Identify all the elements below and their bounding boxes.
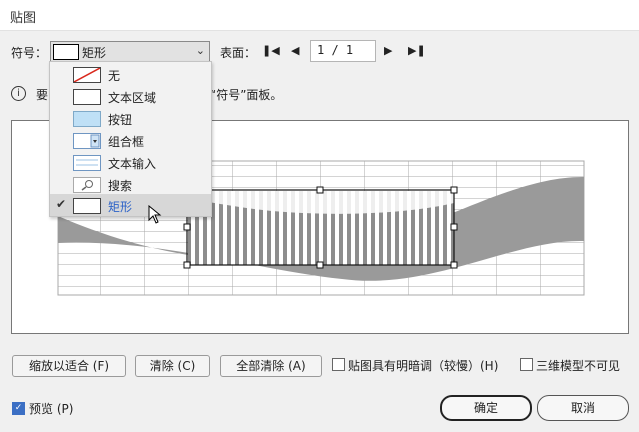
dropdown-item-rectangle[interactable]: ✔ 矩形 xyxy=(50,194,211,216)
clear-all-button[interactable]: 全部清除 (A) xyxy=(220,355,322,377)
dropdown-item-label: 搜索 xyxy=(108,179,133,193)
mapped-symbol-stripes xyxy=(188,191,454,265)
info-text-end: “符号”面板。 xyxy=(210,88,283,102)
symbol-select[interactable]: 矩形 ⌄ xyxy=(50,41,210,63)
checkmark-icon: ✔ xyxy=(56,197,67,211)
dropdown-item-label: 文本区域 xyxy=(108,91,157,105)
rectangle-icon xyxy=(73,198,101,214)
dropdown-item-text-input[interactable]: 文本输入 xyxy=(50,151,211,173)
dropdown-item-text-area[interactable]: 文本区域 xyxy=(50,85,211,107)
mouse-pointer-icon xyxy=(148,205,162,224)
search-icon xyxy=(73,177,101,193)
surface-page-value: 1 / 1 xyxy=(317,43,354,57)
dropdown-item-none[interactable]: 无 xyxy=(50,63,211,85)
preview-label: 预览 (P) xyxy=(29,402,74,416)
fit-button[interactable]: 缩放以适合 (F) xyxy=(12,355,126,377)
dropdown-item-label: 组合框 xyxy=(108,135,145,149)
chevron-down-icon: ⌄ xyxy=(195,44,205,57)
dropdown-item-label: 按钮 xyxy=(108,113,133,127)
next-surface-icon[interactable]: ▶ xyxy=(384,44,392,58)
info-icon: i xyxy=(11,86,26,101)
invisible-geometry-checkbox[interactable] xyxy=(520,358,533,371)
first-surface-icon[interactable]: ❚◀ xyxy=(262,44,280,58)
dropdown-item-label: 无 xyxy=(108,69,121,83)
invisible-geometry-label: 三维模型不可见 xyxy=(536,359,621,373)
dropdown-item-search[interactable]: 搜索 xyxy=(50,173,211,195)
text-area-icon xyxy=(73,89,101,105)
dropdown-item-label: 矩形 xyxy=(108,200,133,214)
none-swatch-icon xyxy=(73,67,101,83)
symbol-dropdown-menu: 无 文本区域 按钮 组合框 文本输入 搜索 ✔ 矩形 xyxy=(49,61,212,217)
cancel-button[interactable]: 取消 xyxy=(537,395,629,421)
symbol-selected-value: 矩形 xyxy=(82,46,107,60)
symbol-label: 符号： xyxy=(11,46,48,60)
shade-artwork-label: 贴图具有明暗调（较慢）(H) xyxy=(348,359,499,373)
clear-button[interactable]: 清除 (C) xyxy=(135,355,210,377)
surface-page-field[interactable]: 1 / 1 xyxy=(310,40,376,62)
dropdown-item-button[interactable]: 按钮 xyxy=(50,107,211,129)
title-bar: 贴图 xyxy=(0,0,639,31)
combo-box-icon xyxy=(73,133,101,149)
text-input-icon xyxy=(73,155,101,171)
button-icon xyxy=(73,111,101,127)
ok-button[interactable]: 确定 xyxy=(440,395,532,421)
shade-artwork-checkbox[interactable] xyxy=(332,358,345,371)
rectangle-swatch-icon xyxy=(53,44,79,60)
previous-surface-icon[interactable]: ◀ xyxy=(291,44,299,58)
info-text-start: 要 xyxy=(36,88,49,102)
window-title: 贴图 xyxy=(10,11,37,26)
dropdown-item-combo-box[interactable]: 组合框 xyxy=(50,129,211,151)
dropdown-item-label: 文本输入 xyxy=(108,157,157,171)
last-surface-icon[interactable]: ▶❚ xyxy=(408,44,426,58)
preview-checkbox[interactable]: ✓ xyxy=(12,402,25,415)
surface-label: 表面： xyxy=(220,46,257,60)
